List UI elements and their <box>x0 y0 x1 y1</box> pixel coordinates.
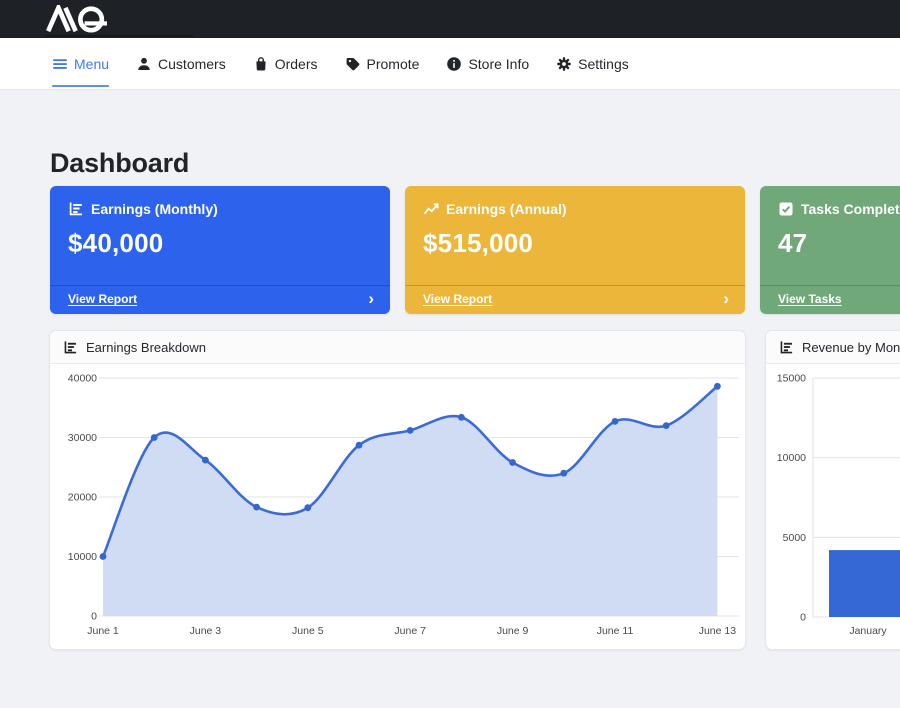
bag-icon <box>253 56 269 72</box>
bar-chart-icon <box>779 340 794 355</box>
nav-item-label: Menu <box>74 56 109 72</box>
stat-card-title: Earnings (Monthly) <box>91 201 218 217</box>
info-icon <box>446 56 462 72</box>
nav-item-label: Promote <box>367 56 420 72</box>
active-tab-underline <box>52 85 109 87</box>
main-nav: Menu Customers Orders Promote Store Info <box>0 38 900 90</box>
nav-item-label: Store Info <box>468 56 529 72</box>
nav-item-menu[interactable]: Menu <box>52 38 109 89</box>
view-tasks-label: View Tasks <box>778 292 842 306</box>
svg-text:June 13: June 13 <box>699 625 737 637</box>
nav-item-label: Orders <box>275 56 318 72</box>
svg-text:June 9: June 9 <box>497 625 529 637</box>
svg-text:June 7: June 7 <box>394 625 426 637</box>
svg-text:January: January <box>849 625 887 637</box>
hamburger-icon <box>52 56 68 72</box>
svg-text:40000: 40000 <box>68 373 97 385</box>
stat-card-title-row: Earnings (Monthly) <box>50 186 390 217</box>
charts-row: Earnings Breakdown 0 10000 20000 30000 40000… <box>49 330 900 650</box>
svg-text:June 3: June 3 <box>190 625 222 637</box>
chart-header: Earnings Breakdown <box>50 331 745 364</box>
stat-cards-row: Earnings (Monthly) $40,000 View Report ›… <box>50 186 900 314</box>
nav-item-customers[interactable]: Customers <box>136 38 226 89</box>
stat-card-title: Tasks Completed <box>801 201 900 217</box>
nav-item-promote[interactable]: Promote <box>345 38 420 89</box>
view-report-label: View Report <box>68 292 137 306</box>
svg-text:15000: 15000 <box>777 373 806 385</box>
svg-text:30000: 30000 <box>68 432 97 444</box>
chevron-right-icon: › <box>723 292 729 306</box>
gear-icon <box>556 56 572 72</box>
svg-text:20000: 20000 <box>68 492 97 504</box>
bar-chart-icon <box>68 201 84 217</box>
person-icon <box>136 56 152 72</box>
svg-text:10000: 10000 <box>777 452 806 464</box>
stat-card-earnings-monthly: Earnings (Monthly) $40,000 View Report › <box>50 186 390 314</box>
aiq-logo[interactable] <box>45 5 126 33</box>
chart-body: 0 5000 10000 15000 January <box>766 364 900 650</box>
line-chart-icon <box>423 201 439 217</box>
topbar <box>0 0 900 38</box>
chart-title: Revenue by Month <box>802 340 900 355</box>
nav-item-orders[interactable]: Orders <box>253 38 318 89</box>
logo-underline <box>45 35 193 37</box>
main-content: Dashboard Earnings (Monthly) $40,000 Vie… <box>0 148 900 650</box>
chart-body: 0 10000 20000 30000 40000 June 1 June 3 June 5 J… <box>50 364 745 650</box>
nav-item-label: Customers <box>158 56 226 72</box>
chart-header: Revenue by Month <box>766 331 900 364</box>
stat-card-title: Earnings (Annual) <box>446 201 567 217</box>
stat-card-value: 47 <box>760 228 900 259</box>
check-square-icon <box>778 201 794 217</box>
svg-text:June 1: June 1 <box>87 625 119 637</box>
stat-card-title-row: Earnings (Annual) <box>405 186 745 217</box>
svg-text:June 11: June 11 <box>597 625 634 637</box>
chart-card-earnings-breakdown: Earnings Breakdown 0 10000 20000 30000 40000… <box>49 330 746 650</box>
nav-item-settings[interactable]: Settings <box>556 38 629 89</box>
view-report-link[interactable]: View Report › <box>50 285 390 314</box>
chevron-right-icon: › <box>368 292 374 306</box>
stat-card-value: $515,000 <box>405 228 745 259</box>
view-report-link[interactable]: View Report › <box>405 285 745 314</box>
chart-card-revenue-by-month: Revenue by Month 0 5000 10000 15000 January <box>765 330 900 650</box>
stat-card-earnings-annual: Earnings (Annual) $515,000 View Report › <box>405 186 745 314</box>
revenue-bar-chart: 0 5000 10000 15000 January <box>766 364 900 650</box>
stat-card-value: $40,000 <box>50 228 390 259</box>
bar-chart-icon <box>63 340 78 355</box>
svg-text:0: 0 <box>91 611 97 623</box>
chart-title: Earnings Breakdown <box>86 340 206 355</box>
svg-text:5000: 5000 <box>783 532 807 544</box>
nav-item-label: Settings <box>578 56 629 72</box>
nav-item-store-info[interactable]: Store Info <box>446 38 529 89</box>
earnings-line-chart: 0 10000 20000 30000 40000 June 1 June 3 June 5 J… <box>50 364 746 650</box>
page-title: Dashboard <box>50 148 900 178</box>
svg-text:0: 0 <box>800 612 806 624</box>
stat-card-tasks-completed: Tasks Completed 47 View Tasks › <box>760 186 900 314</box>
view-report-label: View Report <box>423 292 492 306</box>
stat-card-title-row: Tasks Completed <box>760 186 900 217</box>
view-tasks-link[interactable]: View Tasks › <box>760 285 900 314</box>
svg-text:June 5: June 5 <box>292 625 324 637</box>
tag-icon <box>345 56 361 72</box>
svg-text:10000: 10000 <box>68 551 97 563</box>
